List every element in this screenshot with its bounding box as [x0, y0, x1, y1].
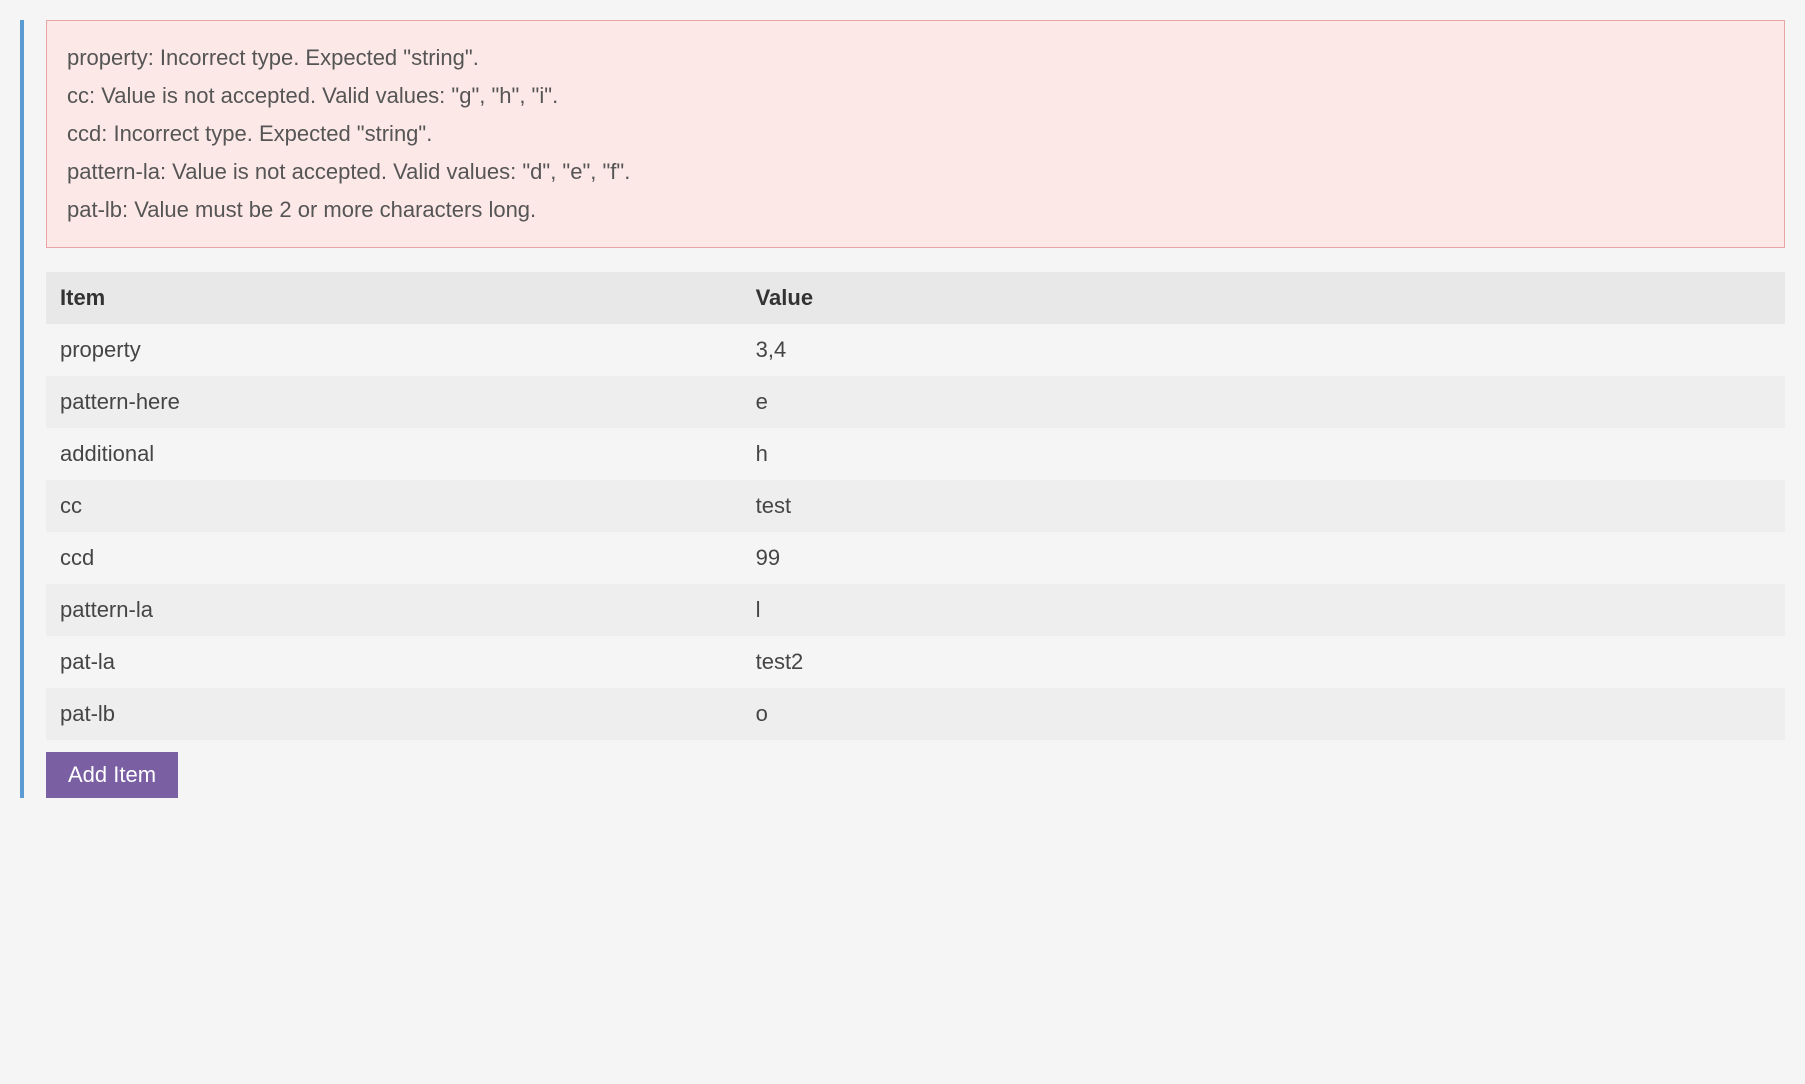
- cell-item: cc: [46, 480, 742, 532]
- table-header-row: Item Value: [46, 272, 1785, 324]
- column-header-value: Value: [742, 272, 1785, 324]
- error-message: ccd: Incorrect type. Expected "string".: [67, 115, 1764, 153]
- error-box: property: Incorrect type. Expected "stri…: [46, 20, 1785, 248]
- error-message: pattern-la: Value is not accepted. Valid…: [67, 153, 1764, 191]
- add-item-button[interactable]: Add Item: [46, 752, 178, 798]
- cell-item: pat-la: [46, 636, 742, 688]
- error-message: property: Incorrect type. Expected "stri…: [67, 39, 1764, 77]
- error-message: pat-lb: Value must be 2 or more characte…: [67, 191, 1764, 229]
- table-row[interactable]: pat-la test2: [46, 636, 1785, 688]
- cell-value: h: [742, 428, 1785, 480]
- cell-item: property: [46, 324, 742, 376]
- cell-item: pattern-here: [46, 376, 742, 428]
- cell-value: e: [742, 376, 1785, 428]
- cell-value: 99: [742, 532, 1785, 584]
- table-row[interactable]: pattern-here e: [46, 376, 1785, 428]
- cell-item: ccd: [46, 532, 742, 584]
- table-row[interactable]: property 3,4: [46, 324, 1785, 376]
- cell-value: 3,4: [742, 324, 1785, 376]
- table-row[interactable]: pat-lb o: [46, 688, 1785, 740]
- cell-value: test: [742, 480, 1785, 532]
- cell-value: o: [742, 688, 1785, 740]
- cell-value: test2: [742, 636, 1785, 688]
- error-message: cc: Value is not accepted. Valid values:…: [67, 77, 1764, 115]
- table-row[interactable]: cc test: [46, 480, 1785, 532]
- table-row[interactable]: ccd 99: [46, 532, 1785, 584]
- cell-value: l: [742, 584, 1785, 636]
- table-row[interactable]: pattern-la l: [46, 584, 1785, 636]
- cell-item: additional: [46, 428, 742, 480]
- column-header-item: Item: [46, 272, 742, 324]
- cell-item: pat-lb: [46, 688, 742, 740]
- data-table: Item Value property 3,4 pattern-here e a…: [46, 272, 1785, 740]
- table-row[interactable]: additional h: [46, 428, 1785, 480]
- cell-item: pattern-la: [46, 584, 742, 636]
- content-area: property: Incorrect type. Expected "stri…: [24, 20, 1805, 798]
- main-container: property: Incorrect type. Expected "stri…: [0, 20, 1805, 798]
